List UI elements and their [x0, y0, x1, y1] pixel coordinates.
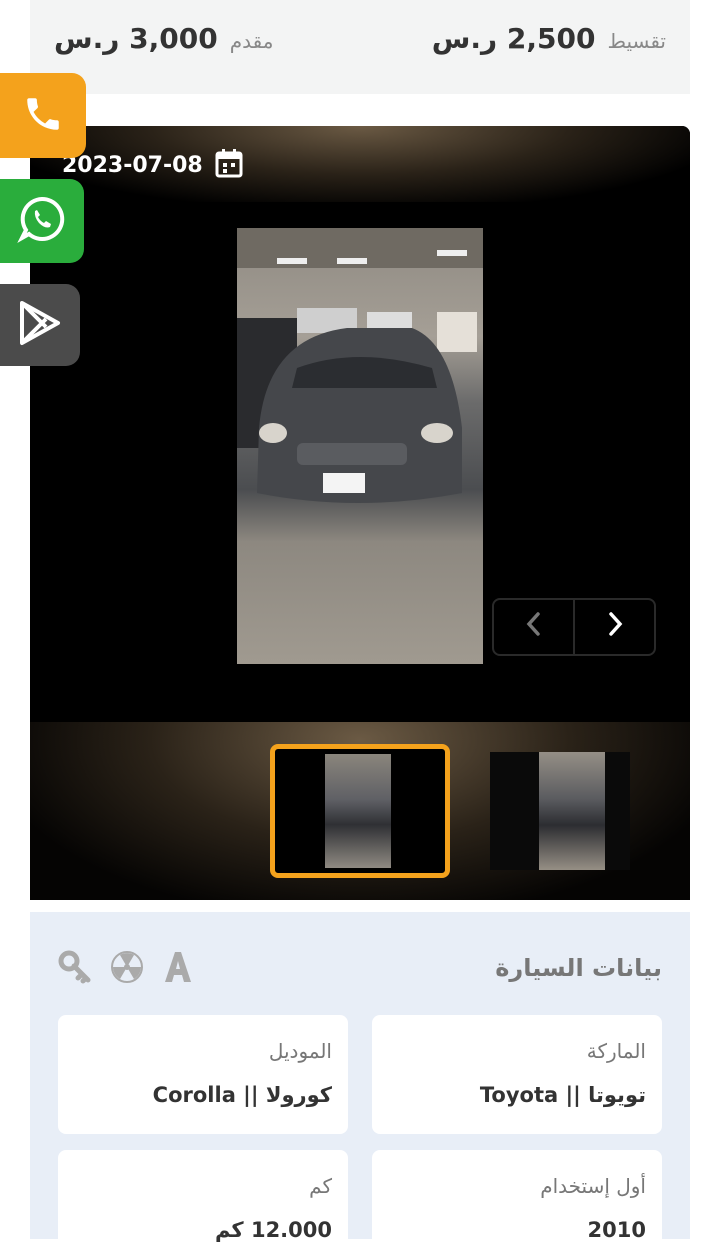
key-icon [58, 950, 92, 992]
car-details-title: بيانات السيارة [495, 954, 662, 982]
mileage-label: كم [309, 1174, 332, 1198]
brand-card: الماركة تويوتا || Toyota [372, 1015, 662, 1134]
image-gallery: 2023-07-08 [30, 126, 690, 900]
model-label: الموديل [268, 1039, 332, 1063]
calendar-icon [215, 148, 243, 182]
radiation-icon [110, 950, 144, 992]
next-image-button[interactable] [575, 600, 654, 654]
mileage-card: كم 12.000 كم [58, 1150, 348, 1250]
installment-label: تقسيط [607, 29, 666, 53]
play-store-icon [16, 299, 64, 351]
thumbnail-image [325, 754, 391, 868]
car-details-icons [58, 950, 194, 992]
brand-label: الماركة [586, 1039, 646, 1063]
down-payment-price: مقدم 3,000 ر.س [54, 22, 273, 55]
call-button[interactable] [0, 73, 86, 158]
mileage-value: 12.000 كم [214, 1218, 332, 1242]
main-car-photo[interactable] [237, 228, 483, 664]
play-store-button[interactable] [0, 284, 80, 366]
first-use-value: 2010 [587, 1218, 646, 1242]
chevron-right-icon [605, 610, 625, 645]
price-bar: تقسيط 2,500 ر.س مقدم 3,000 ر.س [30, 0, 690, 94]
letter-a-icon [162, 950, 194, 992]
first-use-label: أول إستخدام [540, 1174, 646, 1198]
down-payment-value: 3,000 ر.س [54, 22, 218, 55]
installment-price: تقسيط 2,500 ر.س [432, 22, 666, 55]
thumbnail-image [539, 752, 605, 870]
car-details-section: بيانات السيارة الماركة تويوتا || Toyota … [30, 912, 690, 1250]
model-card: الموديل كورولا || Corolla [58, 1015, 348, 1134]
brand-value: تويوتا || Toyota [479, 1083, 646, 1107]
whatsapp-icon [17, 194, 67, 248]
post-date: 2023-07-08 [62, 148, 243, 182]
installment-value: 2,500 ر.س [431, 22, 596, 55]
thumbnail-2[interactable] [490, 752, 630, 870]
phone-icon [22, 93, 64, 139]
down-payment-label: مقدم [229, 29, 274, 53]
whatsapp-button[interactable] [0, 179, 84, 263]
prev-image-button[interactable] [494, 600, 575, 654]
date-text: 2023-07-08 [62, 152, 203, 178]
thumbnail-1[interactable] [270, 744, 450, 878]
chevron-left-icon [524, 610, 544, 645]
first-use-card: أول إستخدام 2010 [372, 1150, 662, 1250]
model-value: كورولا || Corolla [152, 1083, 332, 1107]
gallery-nav [492, 598, 656, 656]
